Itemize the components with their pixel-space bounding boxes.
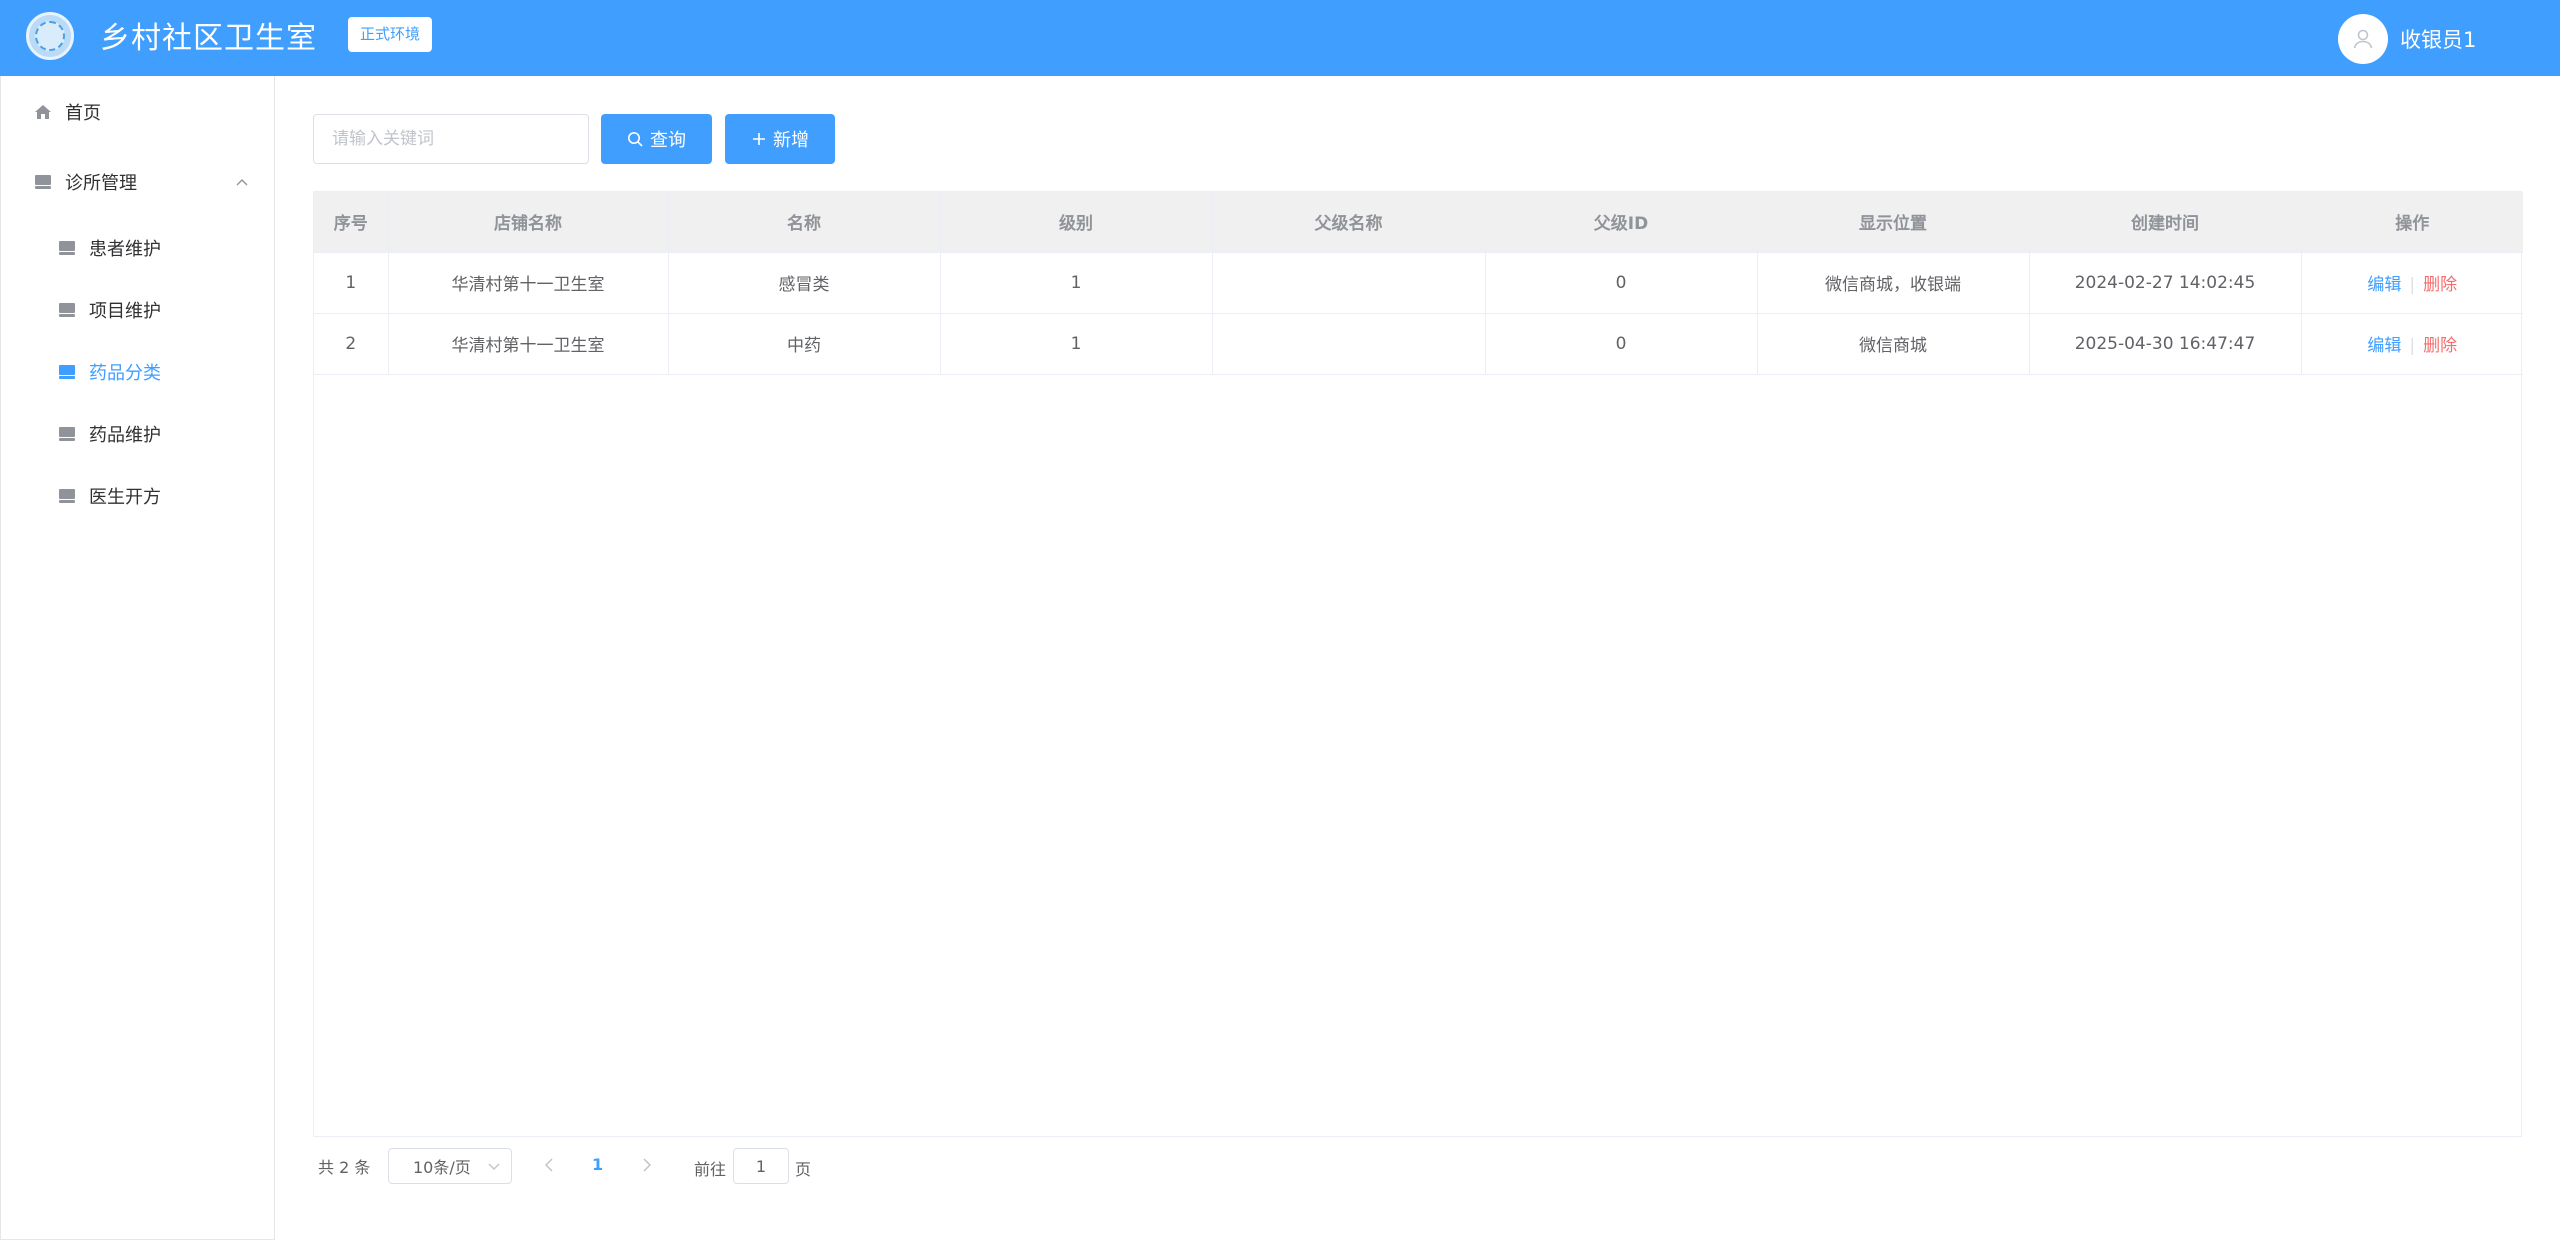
cell-shop: 华清村第十一卫生室	[388, 252, 669, 314]
sidebar-item-label: 患者维护	[89, 239, 161, 260]
sidebar-item-label: 药品分类	[89, 363, 161, 384]
edit-link[interactable]: 编辑	[2367, 336, 2401, 356]
folder-icon	[57, 300, 77, 320]
column-header[interactable]: 操作	[2301, 192, 2523, 253]
user-name[interactable]: 收银员1	[2400, 24, 2476, 54]
goto-page-input[interactable]	[733, 1148, 789, 1184]
sidebar: 首页 诊所管理 患者维护 项目维护 药品分类 药品维护 医生开方	[0, 76, 275, 1240]
delete-link[interactable]: 删除	[2423, 275, 2457, 295]
edit-link[interactable]: 编辑	[2367, 275, 2401, 295]
add-button-label: 新增	[773, 130, 809, 151]
folder-icon	[33, 172, 53, 192]
cell-parent-id: 0	[1485, 313, 1758, 375]
query-button[interactable]: 查询	[601, 114, 712, 164]
cell-parent-name	[1212, 252, 1486, 314]
table-row[interactable]: 1 华清村第十一卫生室 感冒类 1 0 微信商城，收银端 2024-02-27 …	[314, 252, 2523, 314]
chevron-left-icon	[544, 1158, 553, 1172]
column-header[interactable]: 父级ID	[1485, 192, 1758, 253]
sidebar-item-clinic-management[interactable]: 诊所管理	[1, 154, 275, 210]
sidebar-item-patients[interactable]: 患者维护	[1, 220, 275, 276]
user-avatar[interactable]	[2338, 14, 2388, 64]
env-badge: 正式环境	[348, 17, 433, 52]
cell-seq: 2	[314, 313, 389, 375]
table-header-row: 序号 店铺名称 名称 级别 父级名称 父级ID 显示位置 创建时间 操作	[314, 192, 2523, 253]
column-header[interactable]: 级别	[940, 192, 1213, 253]
delete-link[interactable]: 删除	[2423, 336, 2457, 356]
column-header[interactable]: 店铺名称	[388, 192, 669, 253]
sidebar-item-label: 项目维护	[89, 301, 161, 322]
cell-level: 1	[940, 313, 1213, 375]
pagination-total: 共 2 条	[318, 1158, 371, 1177]
page-size-select[interactable]: 10条/页	[388, 1148, 512, 1184]
cell-shop: 华清村第十一卫生室	[388, 313, 669, 375]
action-divider: |	[2409, 275, 2416, 295]
app-title: 乡村社区卫生室	[100, 21, 317, 56]
sidebar-item-label: 诊所管理	[65, 173, 137, 194]
goto-label: 前往	[694, 1160, 727, 1179]
page-number-current[interactable]: 1	[592, 1155, 603, 1174]
goto-suffix: 页	[795, 1160, 812, 1179]
column-header[interactable]: 创建时间	[2029, 192, 2302, 253]
cell-position: 微信商城，收银端	[1757, 252, 2030, 314]
chevron-right-icon	[643, 1158, 652, 1172]
page-size-value: 10条/页	[413, 1158, 471, 1177]
sidebar-item-label: 医生开方	[89, 487, 161, 508]
cell-level: 1	[940, 252, 1213, 314]
cell-actions: 编辑 | 删除	[2301, 313, 2523, 375]
user-icon	[2353, 29, 2373, 49]
top-header: 乡村社区卫生室 正式环境 收银员1	[0, 0, 2560, 76]
sidebar-item-drug-category[interactable]: 药品分类	[1, 344, 275, 400]
sidebar-item-drugs[interactable]: 药品维护	[1, 406, 275, 462]
column-header[interactable]: 父级名称	[1212, 192, 1486, 253]
add-button[interactable]: 新增	[725, 114, 835, 164]
sidebar-item-home[interactable]: 首页	[1, 84, 275, 140]
cell-position: 微信商城	[1757, 313, 2030, 375]
folder-icon	[57, 238, 77, 258]
cell-created: 2024-02-27 14:02:45	[2029, 252, 2302, 314]
sidebar-item-label: 药品维护	[89, 425, 161, 446]
folder-icon	[57, 486, 77, 506]
folder-icon	[57, 424, 77, 444]
cell-seq: 1	[314, 252, 389, 314]
chevron-up-icon	[235, 174, 249, 195]
logo	[26, 12, 74, 60]
plus-icon	[751, 131, 767, 147]
cell-name: 感冒类	[668, 252, 941, 314]
cell-created: 2025-04-30 16:47:47	[2029, 313, 2302, 375]
cell-parent-id: 0	[1485, 252, 1758, 314]
search-icon	[627, 131, 644, 148]
search-input[interactable]	[313, 114, 589, 164]
folder-icon	[57, 362, 77, 382]
cell-actions: 编辑 | 删除	[2301, 252, 2523, 314]
category-table: 序号 店铺名称 名称 级别 父级名称 父级ID 显示位置 创建时间 操作 1 华…	[313, 191, 2523, 1137]
column-header[interactable]: 序号	[314, 192, 389, 253]
table-row[interactable]: 2 华清村第十一卫生室 中药 1 0 微信商城 2025-04-30 16:47…	[314, 313, 2523, 375]
action-divider: |	[2409, 336, 2416, 356]
sidebar-item-prescriptions[interactable]: 医生开方	[1, 468, 275, 524]
cell-name: 中药	[668, 313, 941, 375]
next-page-button[interactable]	[638, 1154, 656, 1180]
cell-parent-name	[1212, 313, 1486, 375]
sidebar-item-projects[interactable]: 项目维护	[1, 282, 275, 338]
sidebar-item-label: 首页	[65, 103, 101, 124]
query-button-label: 查询	[650, 130, 686, 151]
home-icon	[33, 102, 53, 122]
prev-page-button[interactable]	[540, 1154, 558, 1180]
column-header[interactable]: 名称	[668, 192, 941, 253]
column-header[interactable]: 显示位置	[1757, 192, 2030, 253]
chevron-down-icon	[487, 1158, 501, 1177]
